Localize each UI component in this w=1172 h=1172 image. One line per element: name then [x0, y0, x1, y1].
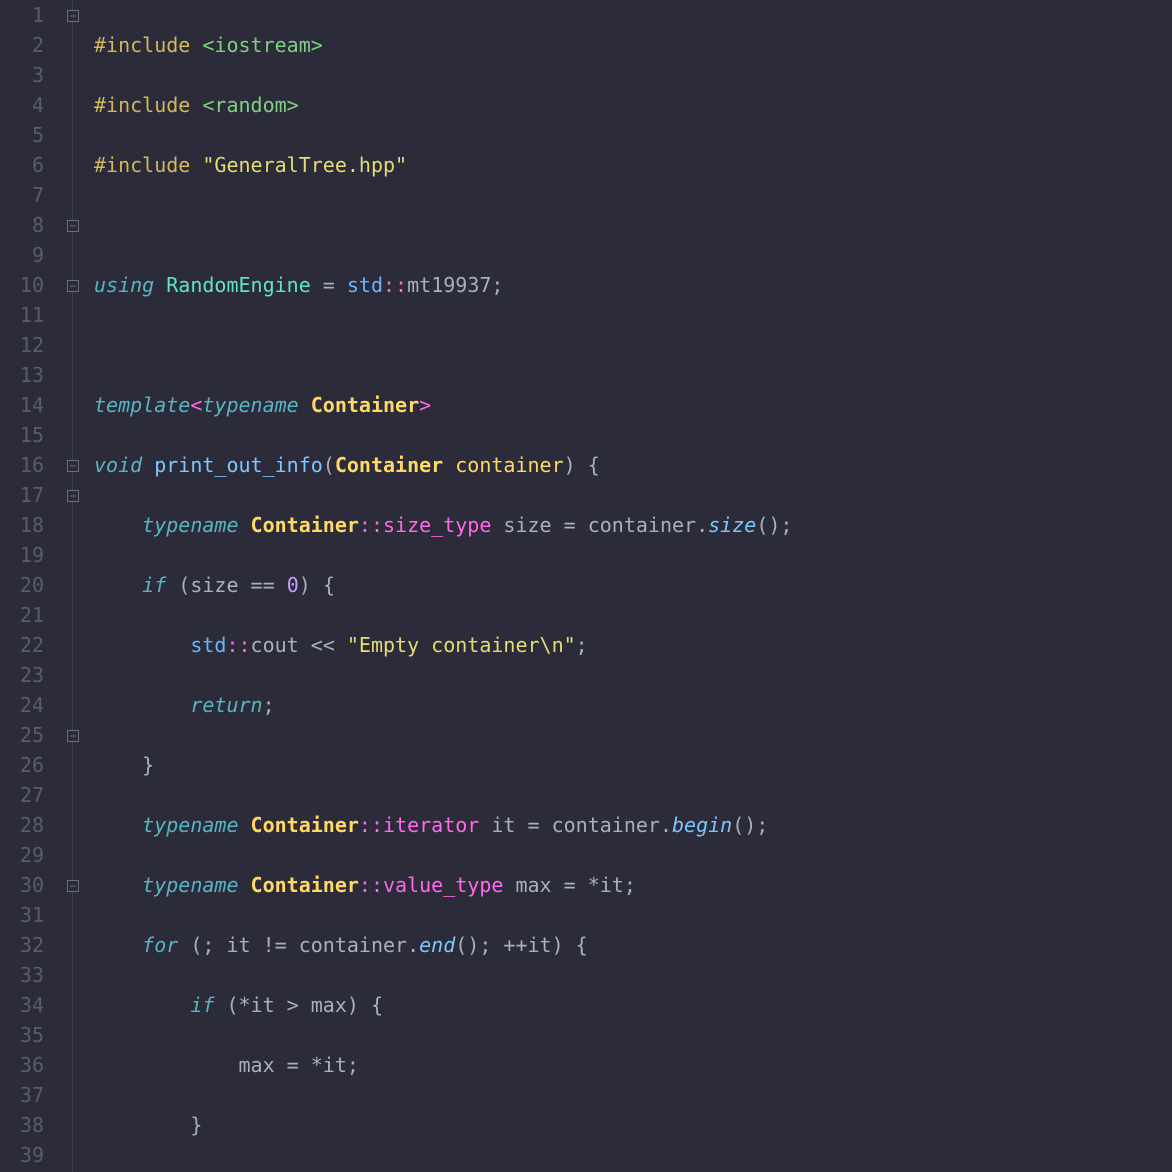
code-line[interactable]: if (size == 0) {: [94, 570, 1172, 600]
line-number: 35: [0, 1020, 44, 1050]
line-number: 39: [0, 1140, 44, 1170]
line-number: 34: [0, 990, 44, 1020]
line-number: 13: [0, 360, 44, 390]
line-number: 25: [0, 720, 44, 750]
code-line[interactable]: }: [94, 750, 1172, 780]
code-line[interactable]: typename Container::iterator it = contai…: [94, 810, 1172, 840]
line-number: 11: [0, 300, 44, 330]
line-number: 7: [0, 180, 44, 210]
code-line[interactable]: for (; it != container.end(); ++it) {: [94, 930, 1172, 960]
line-number-gutter[interactable]: 1 2 3 4 5 6 7 8 9 10 11 12 13 14 15 16 1…: [0, 0, 50, 1172]
line-number: 16: [0, 450, 44, 480]
fold-toggle-icon[interactable]: [67, 10, 79, 22]
code-editor[interactable]: 1 2 3 4 5 6 7 8 9 10 11 12 13 14 15 16 1…: [0, 0, 1172, 1172]
line-number: 17: [0, 480, 44, 510]
line-number: 3: [0, 60, 44, 90]
line-number: 26: [0, 750, 44, 780]
code-area[interactable]: #include <iostream> #include <random> #i…: [90, 0, 1172, 1172]
code-line[interactable]: #include <iostream>: [94, 30, 1172, 60]
code-line[interactable]: [94, 210, 1172, 240]
line-number: 20: [0, 570, 44, 600]
fold-toggle-icon[interactable]: [67, 880, 79, 892]
code-line[interactable]: return;: [94, 690, 1172, 720]
line-number: 6: [0, 150, 44, 180]
line-number: 23: [0, 660, 44, 690]
header-name: <iostream>: [202, 33, 322, 57]
line-number: 27: [0, 780, 44, 810]
line-number: 29: [0, 840, 44, 870]
fold-toggle-icon[interactable]: [67, 280, 79, 292]
code-line[interactable]: }: [94, 1110, 1172, 1140]
fold-toggle-icon[interactable]: [67, 460, 79, 472]
fold-toggle-icon[interactable]: [67, 730, 79, 742]
line-number: 22: [0, 630, 44, 660]
line-number: 8: [0, 210, 44, 240]
line-number: 19: [0, 540, 44, 570]
line-number: 24: [0, 690, 44, 720]
code-line[interactable]: typename Container::size_type size = con…: [94, 510, 1172, 540]
fold-toggle-icon[interactable]: [67, 490, 79, 502]
line-number: 14: [0, 390, 44, 420]
line-number: 15: [0, 420, 44, 450]
preprocessor: #include: [94, 33, 202, 57]
code-line[interactable]: if (*it > max) {: [94, 990, 1172, 1020]
line-number: 28: [0, 810, 44, 840]
code-line[interactable]: #include <random>: [94, 90, 1172, 120]
line-number: 38: [0, 1110, 44, 1140]
line-number: 30: [0, 870, 44, 900]
line-number: 37: [0, 1080, 44, 1110]
line-number: 1: [0, 0, 44, 30]
line-number: 5: [0, 120, 44, 150]
code-line[interactable]: template<typename Container>: [94, 390, 1172, 420]
code-line[interactable]: void print_out_info(Container container)…: [94, 450, 1172, 480]
fold-gutter[interactable]: [50, 0, 90, 1172]
code-line[interactable]: #include "GeneralTree.hpp": [94, 150, 1172, 180]
code-line[interactable]: using RandomEngine = std::mt19937;: [94, 270, 1172, 300]
line-number: 36: [0, 1050, 44, 1080]
line-number: 9: [0, 240, 44, 270]
fold-toggle-icon[interactable]: [67, 220, 79, 232]
code-line[interactable]: [94, 330, 1172, 360]
code-line[interactable]: typename Container::value_type max = *it…: [94, 870, 1172, 900]
line-number: 21: [0, 600, 44, 630]
line-number: 12: [0, 330, 44, 360]
code-line[interactable]: max = *it;: [94, 1050, 1172, 1080]
line-number: 18: [0, 510, 44, 540]
line-number: 2: [0, 30, 44, 60]
line-number: 32: [0, 930, 44, 960]
line-number: 31: [0, 900, 44, 930]
line-number: 10: [0, 270, 44, 300]
code-line[interactable]: std::cout << "Empty container\n";: [94, 630, 1172, 660]
line-number: 33: [0, 960, 44, 990]
line-number: 4: [0, 90, 44, 120]
